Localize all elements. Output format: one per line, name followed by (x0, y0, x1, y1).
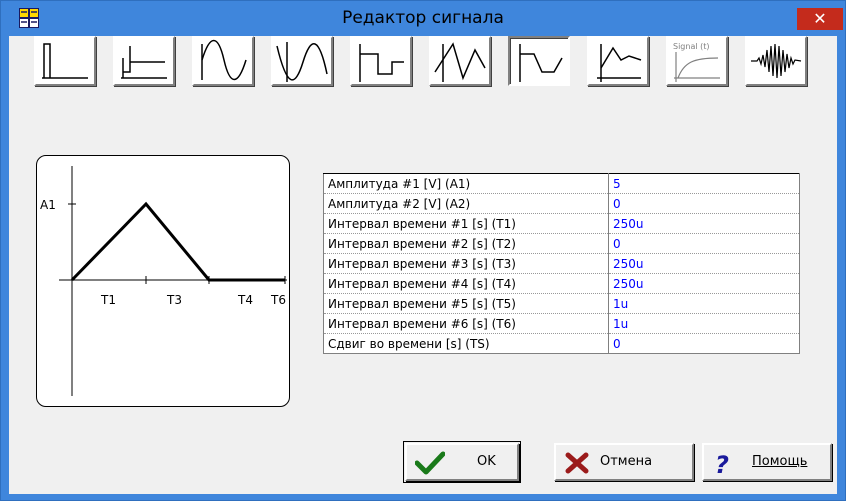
param-label: Интервал времени #3 [s] (T3) (323, 253, 609, 274)
table-row[interactable]: Интервал времени #3 [s] (T3) 250u (323, 253, 800, 274)
square-wave-button[interactable] (350, 36, 412, 86)
question-icon: ? (715, 451, 729, 477)
waveform-plot: A1 T1 T3 T4 T6 (40, 166, 287, 396)
param-value[interactable]: 1u (608, 293, 800, 314)
table-row[interactable]: Сдвиг во времени [s] (TS) 0 (323, 333, 800, 354)
param-value[interactable]: 0 (608, 333, 800, 354)
trapezoid-wave-button[interactable] (508, 36, 570, 86)
trapezoid-wave-icon (519, 44, 563, 82)
title-bar: Редактор сигнала ✕ (1, 1, 845, 35)
param-value[interactable]: 250u (608, 213, 800, 234)
x-label-t3: T3 (166, 293, 182, 307)
cancel-button[interactable]: Отмена (554, 443, 694, 481)
piecewise-linear-icon (597, 44, 642, 82)
ok-label: OK (477, 454, 496, 469)
ok-button[interactable]: OK (405, 443, 519, 481)
help-button[interactable]: ? Помощь (702, 443, 832, 481)
param-label: Интервал времени #1 [s] (T1) (323, 213, 609, 234)
table-row[interactable]: Интервал времени #2 [s] (T2) 0 (323, 233, 800, 254)
dialog-window: Редактор сигнала ✕ Signal (t) A1 T1 T3 T… (0, 0, 846, 501)
cancel-label: Отмена (600, 454, 653, 469)
param-label: Амплитуда #2 [V] (A2) (323, 193, 609, 214)
param-value[interactable]: 250u (608, 273, 800, 294)
square-wave-icon (359, 44, 404, 82)
x-label-t6: T6 (270, 293, 286, 307)
impulse-button[interactable] (34, 36, 96, 86)
param-label: Интервал времени #6 [s] (T6) (323, 313, 609, 334)
table-row[interactable]: Амплитуда #1 [V] (A1) 5 (323, 173, 800, 194)
parameters-table: Амплитуда #1 [V] (A1) 5 Амплитуда #2 [V]… (323, 173, 800, 354)
table-row[interactable]: Интервал времени #4 [s] (T4) 250u (323, 273, 800, 294)
sawtooth-sine-icon (434, 42, 486, 82)
table-row[interactable]: Амплитуда #2 [V] (A2) 0 (323, 193, 800, 214)
checkmark-icon (415, 451, 445, 475)
svg-text:?: ? (715, 451, 729, 477)
close-button[interactable]: ✕ (797, 8, 843, 30)
window-title: Редактор сигнала (342, 8, 504, 28)
param-label: Сдвиг во времени [s] (TS) (323, 333, 609, 354)
help-label: Помощь (752, 454, 808, 469)
signal-t-button[interactable]: Signal (t) (666, 36, 728, 86)
param-label: Интервал времени #4 [s] (T4) (323, 273, 609, 294)
modulated-burst-button[interactable] (745, 36, 807, 86)
table-row[interactable]: Интервал времени #6 [s] (T6) 1u (323, 313, 800, 334)
param-value[interactable]: 1u (608, 313, 800, 334)
step-icon (121, 46, 167, 79)
y-axis-label: A1 (40, 198, 56, 212)
x-label-t1: T1 (100, 293, 116, 307)
signal-t-label: Signal (t) (673, 42, 710, 51)
cosine-icon (276, 42, 328, 82)
modulated-burst-icon (751, 43, 802, 79)
param-label: Интервал времени #2 [s] (T2) (323, 233, 609, 254)
param-value[interactable]: 5 (608, 173, 800, 194)
step-button[interactable] (113, 36, 175, 86)
param-value[interactable]: 250u (608, 253, 800, 274)
piecewise-linear-button[interactable] (587, 36, 649, 86)
param-label: Интервал времени #5 [s] (T5) (323, 293, 609, 314)
sawtooth-sine-button[interactable] (429, 36, 491, 86)
sine-icon (201, 39, 247, 81)
table-row[interactable]: Интервал времени #1 [s] (T1) 250u (323, 213, 800, 234)
waveform-preview: A1 T1 T3 T4 T6 (36, 155, 290, 407)
signal-t-icon: Signal (t) (673, 42, 720, 82)
x-label-t4: T4 (237, 293, 253, 307)
sine-button[interactable] (192, 36, 254, 86)
param-value[interactable]: 0 (608, 193, 800, 214)
param-label: Амплитуда #1 [V] (A1) (323, 173, 609, 194)
param-value[interactable]: 0 (608, 233, 800, 254)
x-cross-icon (565, 452, 589, 474)
impulse-icon (42, 43, 88, 79)
cosine-button[interactable] (271, 36, 333, 86)
table-row[interactable]: Интервал времени #5 [s] (T5) 1u (323, 293, 800, 314)
waveform-line (70, 201, 285, 282)
